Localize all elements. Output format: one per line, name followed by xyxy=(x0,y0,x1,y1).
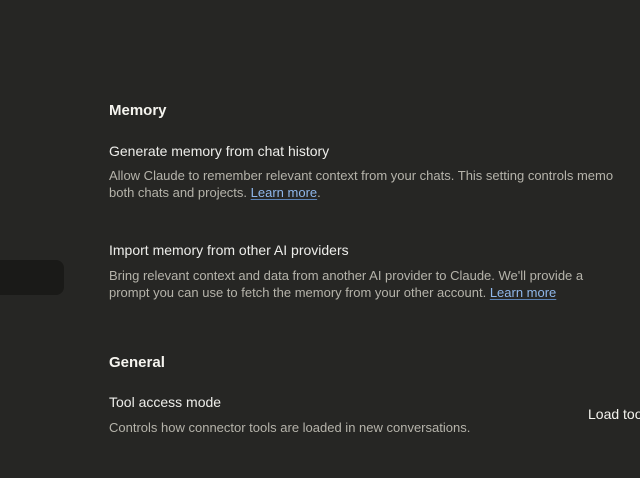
generate-memory-description: Allow Claude to remember relevant contex… xyxy=(109,168,613,201)
import-memory-desc-line2: prompt you can use to fetch the memory f… xyxy=(109,284,487,300)
generate-memory-learn-more-link[interactable]: Learn more xyxy=(251,185,317,200)
import-memory-learn-more-link[interactable]: Learn more xyxy=(490,285,556,300)
tool-access-mode-select[interactable]: Load too xyxy=(588,406,640,422)
import-memory-title: Import memory from other AI providers xyxy=(109,242,349,258)
import-memory-description: Bring relevant context and data from ano… xyxy=(109,268,583,301)
memory-section-heading: Memory xyxy=(109,102,167,119)
sidebar-item[interactable] xyxy=(0,260,64,295)
generate-memory-desc-period: . xyxy=(317,184,321,200)
tool-access-mode-description: Controls how connector tools are loaded … xyxy=(109,420,471,435)
general-section-heading: General xyxy=(109,354,165,371)
generate-memory-title: Generate memory from chat history xyxy=(109,143,330,159)
tool-access-mode-title: Tool access mode xyxy=(109,394,222,410)
import-memory-desc-line1: Bring relevant context and data from ano… xyxy=(109,268,584,283)
generate-memory-desc-line2: both chats and projects. xyxy=(109,184,248,200)
generate-memory-desc-line1: Allow Claude to remember relevant contex… xyxy=(109,168,614,183)
settings-content: Memory Generate memory from chat history… xyxy=(109,0,640,478)
